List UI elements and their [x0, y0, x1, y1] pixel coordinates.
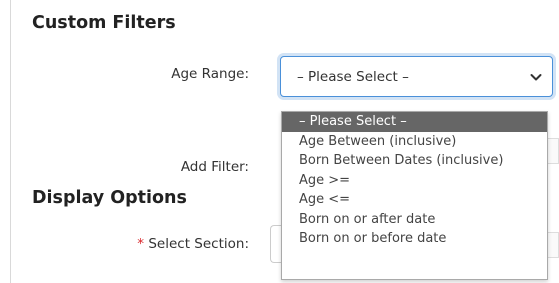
panel-left-border — [10, 0, 11, 283]
option-born-on-or-after[interactable]: Born on or after date — [282, 210, 547, 230]
select-section-label-text: Select Section: — [148, 236, 249, 252]
custom-filters-heading: Custom Filters — [32, 13, 176, 33]
age-range-selected-value: – Please Select – — [297, 69, 409, 85]
option-age-lte[interactable]: Age <= — [282, 190, 547, 210]
age-range-label: Age Range: — [171, 66, 249, 82]
age-range-dropdown-list[interactable]: – Please Select – Age Between (inclusive… — [281, 111, 548, 280]
option-born-between-dates[interactable]: Born Between Dates (inclusive) — [282, 151, 547, 171]
option-age-gte[interactable]: Age >= — [282, 171, 547, 191]
required-marker: * — [137, 236, 145, 252]
add-filter-label: Add Filter: — [180, 159, 249, 175]
chevron-down-icon — [528, 69, 544, 85]
age-range-select[interactable]: – Please Select – — [280, 56, 553, 97]
display-options-heading: Display Options — [32, 188, 187, 208]
option-please-select[interactable]: – Please Select – — [282, 112, 547, 132]
select-section-field-edge[interactable] — [548, 232, 559, 258]
add-filter-field-edge[interactable] — [548, 138, 559, 164]
option-born-on-or-before[interactable]: Born on or before date — [282, 229, 547, 249]
option-age-between[interactable]: Age Between (inclusive) — [282, 132, 547, 152]
select-section-label: * Select Section: — [137, 236, 249, 252]
